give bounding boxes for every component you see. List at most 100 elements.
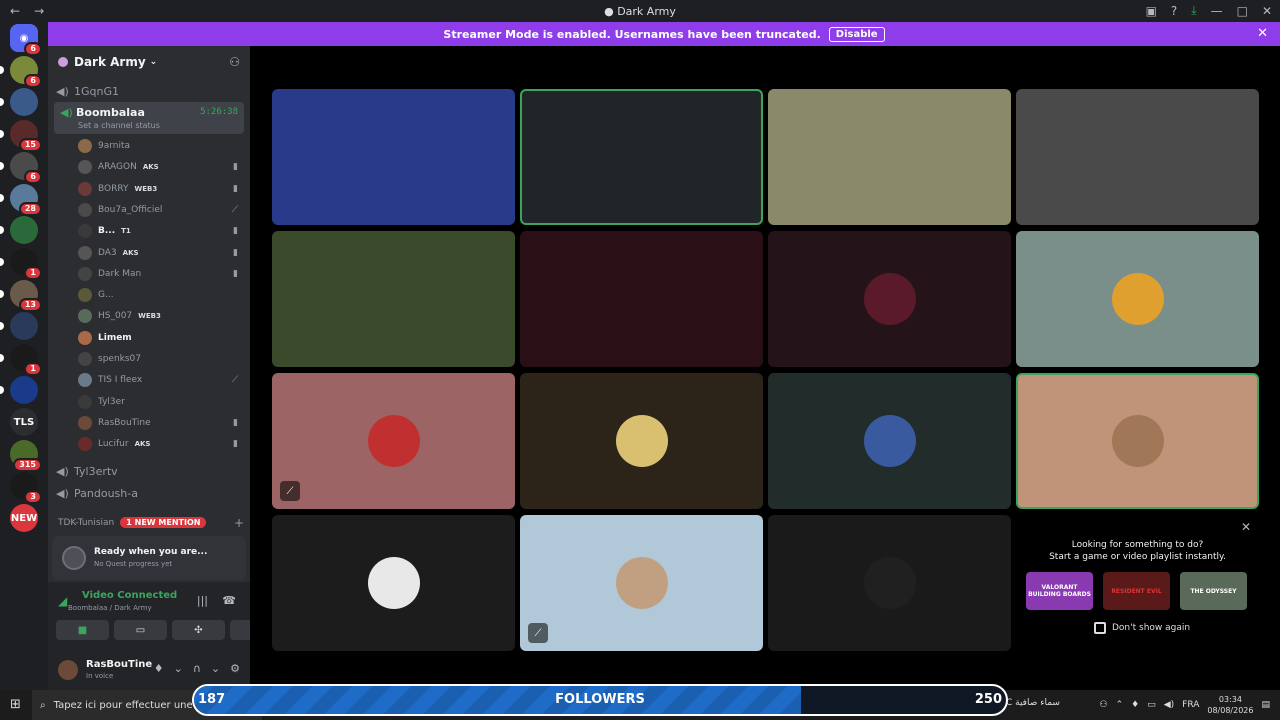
- server-icon[interactable]: 15: [10, 120, 42, 152]
- participant-tile[interactable]: [520, 373, 763, 509]
- minimize-icon[interactable]: —: [1211, 4, 1223, 18]
- voice-user[interactable]: Tyl3er: [78, 392, 244, 412]
- activities-icon: ✣: [194, 624, 203, 636]
- inbox-icon[interactable]: ▣: [1146, 4, 1157, 18]
- close-icon[interactable]: ✕: [1241, 520, 1251, 534]
- close-banner-icon[interactable]: ✕: [1257, 26, 1268, 41]
- voice-user[interactable]: 9arnita: [78, 136, 244, 156]
- voice-user[interactable]: Lucifur AKS ▮: [78, 434, 244, 454]
- server-icon[interactable]: 3: [10, 472, 42, 504]
- user-tag: WEB3: [138, 312, 161, 321]
- voice-user[interactable]: ARAGON AKS ▮: [78, 157, 244, 177]
- video-stream-tile[interactable]: [1016, 89, 1259, 225]
- add-channel-icon[interactable]: +: [234, 516, 244, 530]
- voice-user[interactable]: RasBouTine ▮: [78, 413, 244, 433]
- server-icon[interactable]: 1: [10, 248, 42, 280]
- mic-icon[interactable]: ♦: [1131, 700, 1139, 710]
- network-icon[interactable]: ▭: [1147, 700, 1156, 710]
- voice-user[interactable]: HS_007 WEB3: [78, 306, 244, 326]
- server-icon[interactable]: 6: [10, 152, 42, 184]
- server-icon[interactable]: 315: [10, 440, 42, 472]
- expand-tray-icon[interactable]: ⌃: [1116, 700, 1124, 710]
- voice-user[interactable]: B... T1 ▮: [78, 221, 244, 241]
- invite-icon[interactable]: ⚇: [229, 55, 240, 69]
- microphone-icon[interactable]: ♦: [154, 662, 164, 675]
- dont-show-again-checkbox[interactable]: Don't show again: [1094, 622, 1190, 634]
- voice-channel[interactable]: ◀) Pandoush-a: [56, 484, 138, 502]
- voice-user[interactable]: Dark Man ▮: [78, 264, 244, 284]
- server-icon[interactable]: [10, 216, 38, 244]
- voice-location[interactable]: Boombalaa / Dark Army: [68, 604, 152, 612]
- server-icon[interactable]: 6: [10, 56, 42, 88]
- voice-user[interactable]: BORRY WEB3 ▮: [78, 179, 244, 199]
- voice-channel[interactable]: ◀) Tyl3ertv: [56, 462, 118, 480]
- disable-button[interactable]: Disable: [828, 26, 885, 42]
- new-mention-badge[interactable]: 1 NEW MENTION: [120, 517, 207, 528]
- game-card[interactable]: THE ODYSSEY: [1180, 572, 1247, 610]
- channel-status[interactable]: Set a channel status: [78, 121, 160, 130]
- category-header[interactable]: TDK-Tunisian 1 NEW MENTION +: [58, 516, 244, 530]
- noise-suppression-icon[interactable]: |||: [197, 594, 208, 607]
- language-indicator[interactable]: FRA: [1182, 700, 1199, 710]
- avatar: [78, 373, 92, 388]
- voice-user[interactable]: DA3 AKS ▮: [78, 243, 244, 263]
- voice-user[interactable]: G...: [78, 285, 244, 305]
- participant-tile[interactable]: ⟋: [520, 515, 763, 651]
- people-icon[interactable]: ⚇: [1099, 700, 1107, 710]
- server-icon[interactable]: ◉ 6: [10, 24, 42, 56]
- notifications-icon[interactable]: ▤: [1261, 700, 1270, 710]
- voice-user[interactable]: spenks07: [78, 349, 244, 369]
- server-icon[interactable]: 28: [10, 184, 42, 216]
- close-window-icon[interactable]: ✕: [1262, 4, 1272, 18]
- participant-tile[interactable]: [1016, 231, 1259, 367]
- settings-gear-icon[interactable]: ⚙: [230, 662, 240, 675]
- chevron-down-icon[interactable]: ⌄: [174, 662, 183, 675]
- checkbox[interactable]: [1094, 622, 1106, 634]
- server-header[interactable]: Dark Army ⌄ ⚇: [48, 46, 250, 78]
- video-stream-tile[interactable]: [520, 231, 763, 367]
- server-icon[interactable]: [10, 88, 38, 116]
- participant-tile[interactable]: [768, 231, 1011, 367]
- participant-tile[interactable]: [768, 373, 1011, 509]
- server-icon[interactable]: [10, 312, 38, 340]
- streamer-mode-banner: Streamer Mode is enabled. Usernames have…: [48, 22, 1280, 46]
- disconnect-icon[interactable]: ☎: [222, 594, 236, 607]
- voice-user[interactable]: Limem: [78, 328, 244, 348]
- active-voice-channel[interactable]: ◀) Boombalaa Set a channel status 5:26:3…: [54, 102, 244, 134]
- voice-channel[interactable]: ◀) 1GqnG1: [56, 82, 119, 100]
- video-stream-tile[interactable]: [272, 231, 515, 367]
- download-icon[interactable]: ⤓: [1191, 3, 1196, 18]
- video-stream-tile[interactable]: [520, 89, 763, 225]
- participant-tile[interactable]: [768, 515, 1011, 651]
- server-icon[interactable]: 1: [10, 344, 42, 376]
- voice-user[interactable]: Bou7a_Officiel ⟋: [78, 200, 244, 220]
- participant-tile[interactable]: ⟋: [272, 373, 515, 509]
- headphones-icon[interactable]: ∩: [193, 662, 201, 675]
- signal-icon[interactable]: ◢: [58, 594, 67, 608]
- help-icon[interactable]: ?: [1171, 4, 1177, 18]
- video-stream-tile[interactable]: [768, 89, 1011, 225]
- server-icon[interactable]: 13: [10, 280, 42, 312]
- back-arrow-icon[interactable]: ←: [10, 4, 20, 18]
- participant-tile[interactable]: [1016, 373, 1259, 509]
- forward-arrow-icon[interactable]: →: [34, 4, 44, 18]
- avatar[interactable]: [58, 660, 78, 680]
- windows-start-icon[interactable]: ⊞: [10, 697, 21, 712]
- maximize-icon[interactable]: □: [1237, 4, 1248, 18]
- camera-button[interactable]: ■: [56, 620, 109, 640]
- participant-tile[interactable]: [272, 515, 515, 651]
- voice-user[interactable]: TIS I fleex ⟋: [78, 370, 244, 390]
- server-icon[interactable]: NEW: [10, 504, 38, 532]
- activities-button[interactable]: ✣: [172, 620, 225, 640]
- avatar: [78, 224, 92, 239]
- server-icon[interactable]: TLS: [10, 408, 38, 436]
- game-card[interactable]: VALORANT BUILDING BOARDS: [1026, 572, 1093, 610]
- server-icon[interactable]: [10, 376, 38, 404]
- screen-share-button[interactable]: ▭: [114, 620, 167, 640]
- chevron-down-icon[interactable]: ⌄: [211, 662, 220, 675]
- quest-panel[interactable]: Ready when you are... No Quest progress …: [52, 536, 246, 580]
- video-stream-tile[interactable]: [272, 89, 515, 225]
- clock[interactable]: 03:34 08/08/2026: [1207, 694, 1253, 716]
- game-card[interactable]: RESIDENT EVIL: [1103, 572, 1170, 610]
- volume-icon[interactable]: ◀): [1164, 700, 1174, 710]
